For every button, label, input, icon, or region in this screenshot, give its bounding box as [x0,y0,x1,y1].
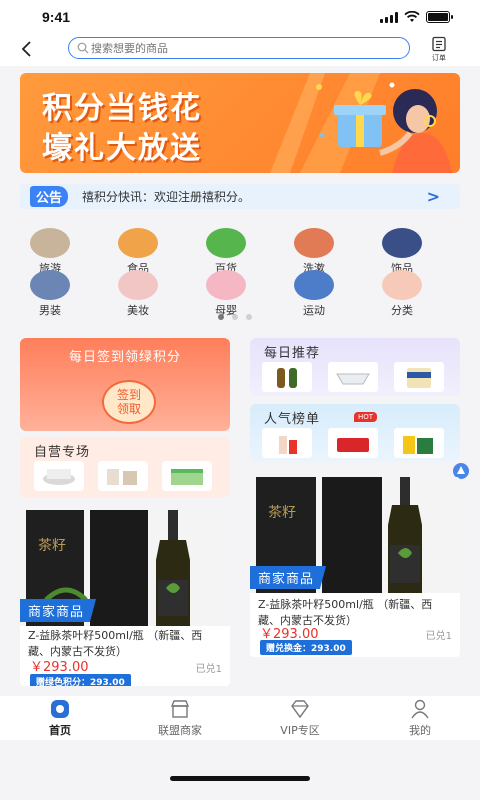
product-image: 茶籽 商家商品 [20,510,230,626]
checkin-button-line1: 签到 [116,388,141,402]
merchant-tag: 商家商品 [20,599,97,622]
category-item-travel[interactable]: 旅游 [20,228,80,276]
category-item-menswear[interactable]: 男装 [20,270,80,318]
category-item-general[interactable]: 百货 [196,228,256,276]
general-goods-icon [206,228,246,258]
pager-dot [232,314,238,320]
home-icon [51,700,69,718]
product-sold-count: 已兑1 [425,631,452,642]
notice-text: 禧积分快讯：欢迎注册禧积分。 [82,190,251,204]
accessories-icon [382,228,422,258]
checkin-button-line2: 领取 [116,402,141,416]
category-label: 美妆 [127,304,149,317]
product-thumbnail[interactable] [162,461,212,491]
category-item-sports[interactable]: 运动 [284,270,344,318]
bottom-tab-bar: 首页 联盟商家 VIP专区 我的 [0,696,480,740]
product-thumbnail[interactable] [262,362,312,392]
popular-list-title: 人气榜单 [264,412,321,427]
status-bar: 9:41 [0,0,480,34]
product-thumbnail[interactable] [328,428,378,458]
product-thumbnail[interactable] [34,461,84,491]
product-card[interactable]: 茶籽 商家商品 Z-益脉茶叶籽500ml/瓶 （新疆、西藏、内蒙古不发货） ￥2… [20,510,230,686]
diamond-icon [291,700,309,719]
toiletries-icon [294,228,334,258]
self-operated-card[interactable]: 自营专场 [20,437,230,497]
product-thumbnail[interactable] [394,428,444,458]
order-list-icon [432,36,446,52]
category-item-accessories[interactable]: 饰品 [372,228,432,276]
tab-mine[interactable]: 我的 [380,698,460,738]
food-icon [118,228,158,258]
banner-headline-1: 积分当钱花 [42,91,202,126]
wifi-icon [404,11,420,22]
back-button[interactable] [14,36,40,62]
category-label: 男装 [39,304,61,317]
product-points-badge: 赠绿色积分：293.00 [30,674,131,686]
status-time: 9:41 [42,9,71,25]
home-indicator [170,776,310,781]
product-price: ￥293.00 [30,660,89,675]
pager-dot [246,314,252,320]
popular-list-card[interactable]: 人气榜单 HOT [250,404,460,462]
tab-label: 首页 [49,724,71,737]
checkin-title: 每日签到领绿积分 [68,350,181,365]
search-icon [77,42,89,54]
product-card[interactable]: 茶籽 商家商品 Z-益脉茶叶籽500ml/瓶 （新疆、西藏、内蒙古不发货） ￥2… [250,477,460,657]
chevron-right-icon: > [426,187,440,206]
category-icon [382,270,422,300]
notice-bar[interactable]: 公告 禧积分快讯：欢迎注册禧积分。 > [20,184,460,209]
carousel-pager [218,314,252,320]
chevron-left-icon [21,41,31,57]
product-thumbnail[interactable] [98,461,148,491]
tab-label: VIP专区 [280,724,320,737]
baby-icon [206,270,246,300]
merchant-tag: 商家商品 [250,566,327,589]
product-thumbnail[interactable] [328,362,378,392]
search-box[interactable] [68,37,410,59]
menswear-icon [30,270,70,300]
banner-headline-2: 壕礼大放送 [42,131,202,166]
tab-label: 联盟商家 [158,724,202,737]
beauty-icon [118,270,158,300]
notice-tag: 公告 [30,186,69,207]
tab-label: 我的 [409,724,431,737]
search-input[interactable] [91,41,409,55]
header: 订单 [0,34,480,66]
product-thumbnail[interactable] [262,428,312,458]
promo-banner[interactable]: 积分当钱花 壕礼大放送 [20,73,460,173]
checkin-card[interactable]: 每日签到领绿积分 签到 领取 [20,338,230,431]
sports-icon [294,270,334,300]
signal-icon [380,11,398,23]
travel-icon [30,228,70,258]
category-label: 运动 [303,304,325,317]
order-button[interactable]: 订单 [428,36,450,64]
svg-text:茶籽: 茶籽 [38,538,66,554]
battery-icon [426,11,453,23]
product-points-badge: 赠兑换金：293.00 [260,640,352,655]
category-item-toiletries[interactable]: 洗漱 [284,228,344,276]
product-sold-count: 已兑1 [195,664,222,675]
daily-recommend-card[interactable]: 每日推荐 [250,338,460,396]
category-item-beauty[interactable]: 美妆 [108,270,168,318]
store-icon [170,700,190,718]
product-image: 茶籽 商家商品 [250,477,460,593]
category-item-all[interactable]: 分类 [372,270,432,318]
category-label: 分类 [391,304,413,317]
pager-dot [218,314,224,320]
daily-recommend-title: 每日推荐 [264,346,321,361]
tab-home[interactable]: 首页 [20,698,100,738]
tab-alliance-merchants[interactable]: 联盟商家 [140,698,220,738]
svg-text:茶籽: 茶籽 [268,505,296,521]
status-icons [380,11,453,23]
tab-vip-zone[interactable]: VIP专区 [260,698,340,738]
product-thumbnail[interactable] [394,362,444,392]
category-item-food[interactable]: 食品 [108,228,168,276]
user-icon [411,699,429,719]
category-item-baby[interactable]: 母婴 [196,270,256,318]
self-operated-title: 自营专场 [34,445,91,460]
order-label: 订单 [432,54,446,62]
checkin-button[interactable]: 签到 领取 [102,380,156,424]
hot-badge: HOT [354,412,378,422]
